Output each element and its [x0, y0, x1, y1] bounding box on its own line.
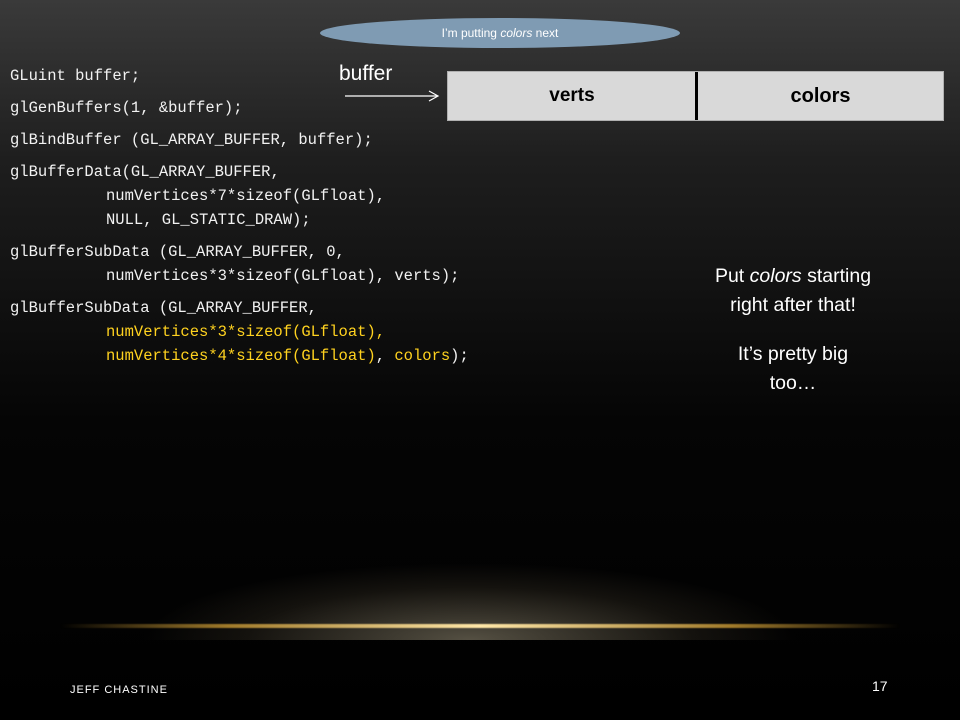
note-line: It’s pretty big	[737, 343, 849, 365]
side-note: Put colors starting right after that! It…	[690, 262, 896, 398]
note-line: too…	[769, 372, 817, 394]
code-line: glBindBuffer (GL_ARRAY_BUFFER, buffer);	[10, 131, 373, 149]
code-line: numVertices*3*sizeof(GLfloat), verts);	[106, 267, 460, 285]
code-line: numVertices*3*sizeof(GLfloat),	[10, 320, 610, 344]
buffer-label: buffer	[339, 62, 393, 85]
code-line: numVertices*7*sizeof(GLfloat),	[106, 187, 386, 205]
note-line: right after that!	[730, 294, 856, 316]
callout-bubble: I’m putting colors next	[320, 18, 680, 48]
note-suffix: starting	[801, 265, 872, 287]
verts-segment: verts	[549, 85, 595, 106]
code-line: glBufferData(GL_ARRAY_BUFFER,	[10, 163, 280, 181]
highlighted-size: numVertices*4*sizeof(GLfloat)	[106, 347, 376, 365]
buffer-diagram: verts colors	[447, 71, 944, 121]
code-line: glBufferSubData (GL_ARRAY_BUFFER, 0,	[10, 243, 345, 261]
note-prefix: Put	[714, 265, 750, 287]
note-emphasis: colors	[749, 265, 802, 287]
code-tail: );	[450, 347, 469, 365]
page-number: 17	[872, 678, 888, 694]
highlighted-offset: numVertices*3*sizeof(GLfloat)	[106, 323, 376, 341]
arrow-icon	[345, 90, 440, 102]
callout-suffix: next	[532, 26, 559, 40]
footer-author: JEFF CHASTINE	[70, 684, 168, 696]
code-line: NULL, GL_STATIC_DRAW);	[106, 211, 311, 229]
slide: I’m putting colors next GLuint buffer; g…	[0, 0, 960, 720]
callout-prefix: I’m putting	[441, 26, 501, 40]
code-comma: ,	[375, 323, 386, 341]
note-line: Put colors starting	[690, 262, 896, 291]
decorative-glow	[60, 480, 880, 640]
colors-segment: colors	[790, 84, 851, 107]
code-line: numVertices*4*sizeof(GLfloat), colors);	[10, 344, 610, 368]
decorative-glow-line	[60, 624, 900, 628]
highlighted-colors: colors	[394, 347, 451, 365]
callout-text: I’m putting colors next	[442, 26, 559, 40]
code-line: glBufferSubData (GL_ARRAY_BUFFER,	[10, 299, 317, 317]
code-separator: ,	[375, 347, 395, 365]
callout-emphasis: colors	[500, 26, 533, 40]
